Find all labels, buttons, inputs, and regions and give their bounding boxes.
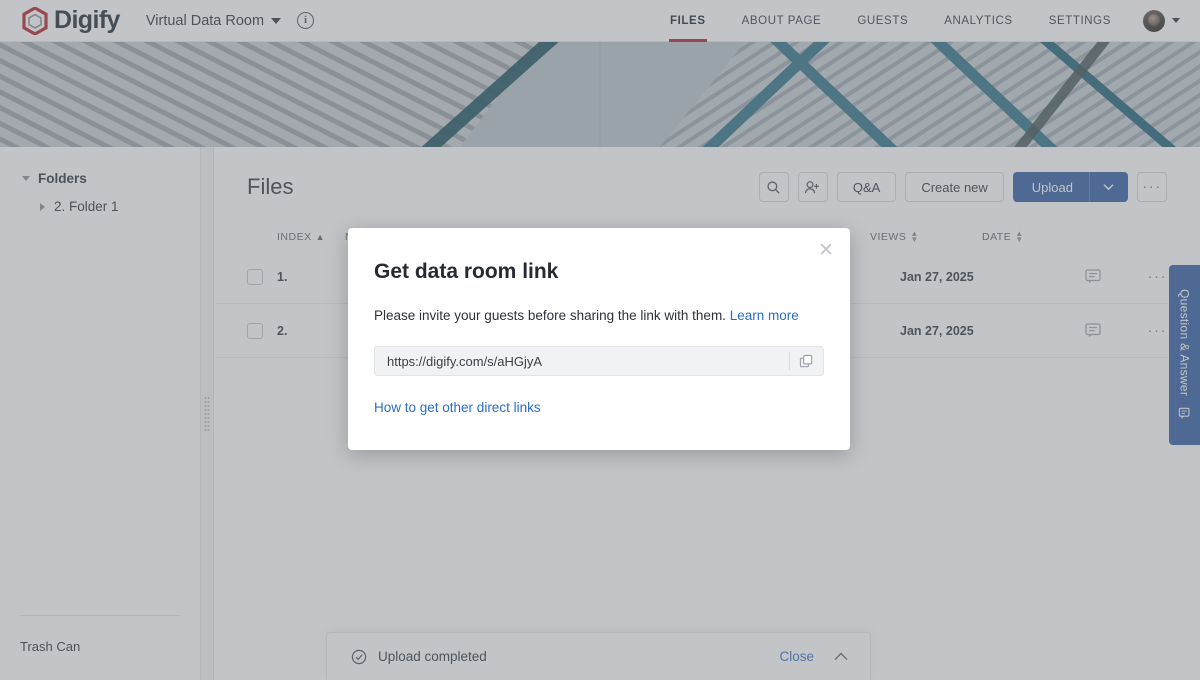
other-direct-links-link[interactable]: How to get other direct links	[374, 400, 850, 415]
copy-icon	[799, 354, 813, 367]
share-link-field[interactable]: https://digify.com/s/aHGjyA	[374, 346, 824, 376]
learn-more-link[interactable]: Learn more	[730, 308, 799, 323]
modal-subtitle-text: Please invite your guests before sharing…	[374, 308, 726, 323]
share-link-value: https://digify.com/s/aHGjyA	[387, 353, 543, 369]
get-data-room-link-modal: ✕ Get data room link Please invite your …	[348, 228, 850, 450]
modal-subtitle: Please invite your guests before sharing…	[374, 308, 850, 323]
close-icon[interactable]: ✕	[818, 241, 834, 260]
modal-title: Get data room link	[374, 260, 559, 283]
copy-link-button[interactable]	[790, 354, 823, 369]
app-root: Digify Virtual Data Room i FILES ABOUT P…	[0, 0, 1200, 680]
